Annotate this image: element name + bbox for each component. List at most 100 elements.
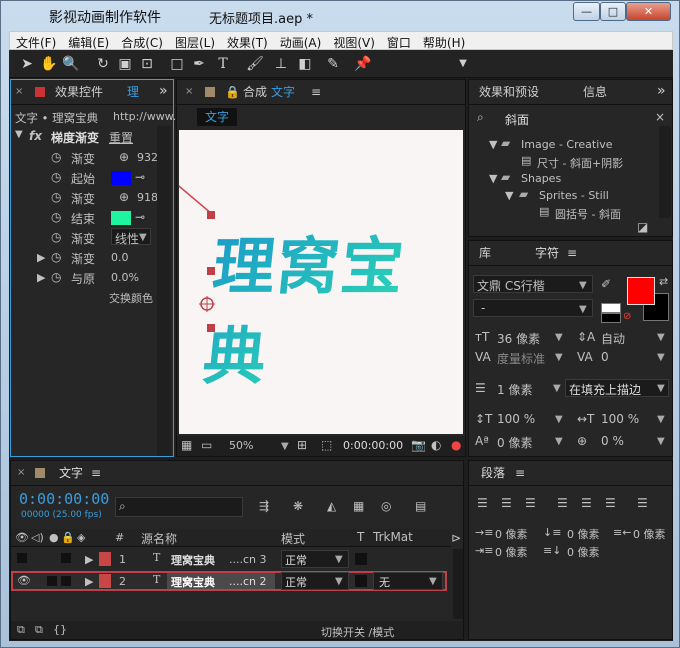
graph-editor-icon[interactable]: ▤ <box>415 499 426 513</box>
tab-menu-icon[interactable]: ≡ <box>515 461 525 485</box>
eraser-tool-icon[interactable]: ◧ <box>295 54 315 74</box>
tree-item[interactable]: 圆括号 - 斜面 <box>555 206 621 222</box>
effects-search-input[interactable]: 斜面 <box>505 111 529 128</box>
frame-blending-icon[interactable]: ▦ <box>353 499 364 513</box>
property-value[interactable]: 0.0% <box>111 271 139 284</box>
lock-toggle[interactable] <box>61 576 71 586</box>
effect-controls-tab[interactable]: 效果控件 <box>55 80 103 104</box>
expand-triangle-icon[interactable]: ▶ <box>37 271 45 284</box>
panel-overflow-icon[interactable]: » <box>657 79 666 103</box>
layer-row[interactable]: ▶ 1 T 理窝宝典 ....cn 3 正常 ▼ <box>11 549 451 569</box>
property-value[interactable]: 918 <box>137 191 158 204</box>
stopwatch-icon[interactable]: ◷ <box>51 190 61 204</box>
align-center-icon[interactable]: ☰ <box>501 496 512 510</box>
menu-effect[interactable]: 效果(T) <box>221 32 274 51</box>
scrollbar[interactable] <box>659 126 671 218</box>
preview-toggle-icon[interactable]: ▦ <box>181 438 192 452</box>
tsume-value[interactable]: 0 % <box>601 434 624 448</box>
justify-left-icon[interactable]: ☰ <box>557 496 568 510</box>
timeline-menu-icon[interactable]: ⊳ <box>451 531 461 545</box>
show-snapshot-icon[interactable]: ◐ <box>431 438 441 452</box>
menu-animation[interactable]: 动画(A) <box>274 32 328 51</box>
kerning-value[interactable]: 度量标准 <box>497 350 545 367</box>
chevron-down-icon[interactable]: ▼ <box>555 352 563 363</box>
space-before-value[interactable]: 0 像素 <box>567 526 600 542</box>
zoom-select[interactable]: 50% <box>229 439 253 452</box>
leading-value[interactable]: 自动 <box>601 330 625 347</box>
timeline-tab[interactable]: 文字 <box>59 461 83 485</box>
menu-window[interactable]: 窗口 <box>381 32 417 51</box>
anchor-handle[interactable] <box>207 211 215 219</box>
crosshair-icon[interactable]: ⊕ <box>119 150 129 164</box>
maximize-button[interactable]: □ <box>600 2 626 21</box>
menu-file[interactable]: 文件(F) <box>10 32 62 51</box>
align-right-icon[interactable]: ☰ <box>525 496 536 510</box>
selection-tool-icon[interactable]: ➤ <box>17 54 37 74</box>
panel-close-icon[interactable]: × <box>185 80 193 104</box>
swap-colors-button[interactable]: 交换颜色 <box>109 290 153 306</box>
chevron-down-icon[interactable]: ▼ <box>579 280 587 291</box>
snapshot-icon[interactable]: 📷 <box>411 438 426 452</box>
lock-icon[interactable]: 🔒 <box>225 80 240 104</box>
hand-tool-icon[interactable]: ✋ <box>39 54 59 74</box>
layer-row-selected[interactable]: 👁 ▶ 2 T 理窝宝典 ....cn 2 正常 ▼ 无 ▼ <box>11 571 447 591</box>
composition-canvas[interactable]: 理窝宝典 <box>179 130 463 434</box>
font-size-value[interactable]: 36 像素 <box>497 330 540 347</box>
tab-menu-icon[interactable]: ≡ <box>567 241 577 265</box>
tab-menu-icon[interactable]: ≡ <box>91 461 101 485</box>
stopwatch-icon[interactable]: ◷ <box>51 250 61 264</box>
menu-layer[interactable]: 图层(L) <box>169 32 221 51</box>
end-color-swatch[interactable] <box>111 211 131 225</box>
eye-icon[interactable]: 👁 <box>17 574 31 587</box>
draft-3d-icon[interactable]: ❋ <box>293 499 303 513</box>
expand-triangle-icon[interactable]: ▶ <box>85 553 93 566</box>
fill-color-swatch[interactable] <box>627 277 655 305</box>
crosshair-icon[interactable]: ⊕ <box>119 190 129 204</box>
baseline-shift-value[interactable]: 0 像素 <box>497 434 532 451</box>
layer-switches-icon[interactable]: ⧉ <box>17 623 25 637</box>
expand-triangle-icon[interactable]: ▼ <box>15 129 23 140</box>
eyedropper-icon[interactable]: ✐ <box>601 277 611 291</box>
stopwatch-icon[interactable]: ◷ <box>51 150 61 164</box>
property-value[interactable]: 932 <box>137 151 158 164</box>
visibility-toggle[interactable] <box>17 553 27 563</box>
white-swatch[interactable] <box>601 303 621 313</box>
expand-triangle-icon[interactable]: ▶ <box>85 575 93 588</box>
chevron-down-icon[interactable]: ▼ <box>657 352 665 363</box>
transfer-controls-icon[interactable]: ⧉ <box>35 623 43 637</box>
expand-triangle-icon[interactable]: ▼ <box>489 138 497 151</box>
vertical-scale-value[interactable]: 100 % <box>497 412 535 426</box>
stopwatch-icon[interactable]: ◷ <box>51 270 61 284</box>
chevron-down-icon[interactable]: ▼ <box>657 414 665 425</box>
timeline-timecode[interactable]: 0:00:00:00 <box>19 490 109 508</box>
start-color-swatch[interactable] <box>111 171 131 185</box>
clone-tool-icon[interactable]: ⊥ <box>271 54 291 74</box>
menu-edit[interactable]: 编辑(E) <box>62 32 115 51</box>
black-swatch[interactable] <box>601 313 621 323</box>
in-out-icon[interactable]: {} <box>53 623 67 636</box>
indent-left-value[interactable]: 0 像素 <box>495 526 528 542</box>
paragraph-tab[interactable]: 段落 <box>481 461 505 485</box>
rectangle-tool-icon[interactable]: □ <box>167 54 187 74</box>
indent-right-value[interactable]: 0 像素 <box>633 526 666 542</box>
chevron-down-icon[interactable]: ▼ <box>657 383 665 394</box>
motion-blur-icon[interactable]: ◎ <box>381 499 391 513</box>
viewer-timecode[interactable]: 0:00:00:00 <box>343 439 403 452</box>
stroke-width-value[interactable]: 1 像素 <box>497 381 532 398</box>
expand-triangle-icon[interactable]: ▼ <box>505 189 513 202</box>
close-button[interactable]: ✕ <box>626 2 671 21</box>
shy-layers-icon[interactable]: ◭ <box>327 499 336 513</box>
canvas-text[interactable]: 理窝宝典 <box>200 216 473 396</box>
chevron-down-icon[interactable]: ▼ <box>579 304 587 315</box>
composition-tab[interactable]: 合成 <box>243 80 267 104</box>
brush-tool-icon[interactable]: 🖌 <box>245 54 265 74</box>
chevron-down-icon[interactable]: ▼ <box>555 436 563 447</box>
puppet-pin-icon[interactable]: 📌 <box>353 54 373 74</box>
composition-subtab[interactable]: 文字 <box>197 108 237 126</box>
menu-composition[interactable]: 合成(C) <box>115 32 169 51</box>
fx-badge[interactable]: fx <box>29 129 42 143</box>
toolbar-chevron-icon[interactable]: ▼ <box>453 54 473 74</box>
horizontal-scale-value[interactable]: 100 % <box>601 412 639 426</box>
eyedropper-icon[interactable]: ⊸ <box>135 170 145 184</box>
monitor-icon[interactable]: ▭ <box>201 438 212 452</box>
